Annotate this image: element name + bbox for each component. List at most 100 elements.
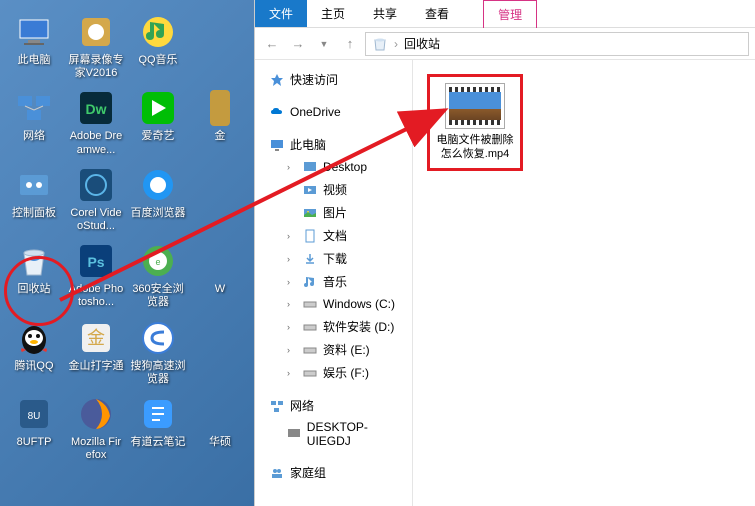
desktop-icon-network[interactable]: 网络 — [4, 86, 64, 158]
sidebar-drive-d[interactable]: › 软件安装 (D:) — [255, 315, 412, 338]
star-icon — [269, 72, 285, 88]
sidebar-drive-c[interactable]: › Windows (C:) — [255, 293, 412, 315]
sidebar-downloads[interactable]: › 下载 — [255, 247, 412, 270]
desktop-icon-partial[interactable]: 金 — [190, 86, 250, 158]
sidebar-thispc[interactable]: 此电脑 — [255, 133, 412, 156]
svg-text:Dw: Dw — [86, 101, 107, 117]
desktop-icon-8uftp[interactable]: 8U 8UFTP — [4, 392, 64, 464]
desktop-icon-baidu[interactable]: 百度浏览器 — [128, 163, 188, 235]
icon-label: 网络 — [23, 130, 45, 143]
desktop-icons-grid: 此电脑 屏幕录像专家V2016 QQ音乐 网络 Dw Adobe Dreamwe… — [0, 0, 254, 474]
desktop-icon-partial[interactable]: 华硕 — [190, 392, 250, 464]
tree-label: 图片 — [323, 204, 347, 221]
desktop-icon-dreamweaver[interactable]: Dw Adobe Dreamwe... — [66, 86, 126, 158]
expand-icon[interactable]: › — [287, 368, 297, 378]
desktop-icon-screenrec[interactable]: 屏幕录像专家V2016 — [66, 10, 126, 82]
tree-label: 家庭组 — [290, 464, 326, 481]
nav-up-button[interactable]: ↑ — [339, 33, 361, 55]
breadcrumb-address-bar[interactable]: › 回收站 — [365, 32, 749, 56]
expand-icon[interactable]: › — [287, 299, 297, 309]
icon-label: 腾讯QQ — [14, 360, 53, 373]
tree-label: DESKTOP-UIEGDJ — [307, 420, 404, 448]
tab-share[interactable]: 共享 — [359, 0, 411, 27]
icon-label: Mozilla Firefox — [68, 436, 124, 462]
sidebar-documents[interactable]: › 文档 — [255, 224, 412, 247]
icon-label: 控制面板 — [12, 207, 56, 220]
icon-label: 此电脑 — [18, 54, 51, 67]
icon-label: 8UFTP — [17, 436, 52, 449]
expand-icon[interactable]: › — [287, 254, 297, 264]
expand-icon[interactable]: › — [287, 345, 297, 355]
download-icon — [302, 251, 318, 267]
desktop-icon-recyclebin[interactable]: 回收站 — [4, 239, 64, 311]
svg-text:8U: 8U — [28, 411, 41, 422]
nav-forward-button[interactable]: → — [287, 33, 309, 55]
tree-label: 软件安装 (D:) — [323, 318, 394, 335]
expand-icon[interactable]: › — [287, 162, 297, 172]
tab-file[interactable]: 文件 — [255, 0, 307, 27]
icon-label: QQ音乐 — [138, 54, 177, 67]
desktop-area: 此电脑 屏幕录像专家V2016 QQ音乐 网络 Dw Adobe Dreamwe… — [0, 0, 254, 506]
sidebar-videos[interactable]: 视频 — [255, 178, 412, 201]
desktop-icon-partial[interactable]: W — [190, 239, 250, 311]
tab-manage[interactable]: 管理 — [483, 0, 537, 28]
icon-label: 华硕 — [209, 436, 231, 449]
desktop-icon-jinshan[interactable]: 金 金山打字通 — [66, 316, 126, 388]
video-thumbnail — [445, 83, 505, 129]
tree-label: 下载 — [323, 250, 347, 267]
desktop-icon-youdao[interactable]: 有道云笔记 — [128, 392, 188, 464]
desktop-icon-firefox[interactable]: Mozilla Firefox — [66, 392, 126, 464]
icon-label: W — [215, 283, 225, 296]
desktop-icon-qqmusic[interactable]: QQ音乐 — [128, 10, 188, 82]
sidebar-desktop[interactable]: › Desktop — [255, 156, 412, 178]
file-content-area[interactable]: 电脑文件被删除怎么恢复.mp4 — [413, 60, 755, 506]
icon-label: 有道云笔记 — [131, 436, 186, 449]
expand-icon[interactable]: › — [287, 231, 297, 241]
desktop-icon-corel[interactable]: Corel VideoStud... — [66, 163, 126, 235]
icon-label: Adobe Dreamwe... — [68, 130, 124, 156]
tab-home[interactable]: 主页 — [307, 0, 359, 27]
tree-label: OneDrive — [290, 105, 341, 119]
desktop-icon-360browser[interactable]: e 360安全浏览器 — [128, 239, 188, 311]
desktop-icon-thispc[interactable]: 此电脑 — [4, 10, 64, 82]
svg-text:金: 金 — [87, 328, 105, 348]
drive-icon — [302, 296, 318, 312]
svg-text:e: e — [155, 257, 160, 267]
nav-back-button[interactable]: ← — [261, 33, 283, 55]
desktop-icon-sogou[interactable]: 搜狗高速浏览器 — [128, 316, 188, 388]
sidebar-music[interactable]: › 音乐 — [255, 270, 412, 293]
desktop-icon-photoshop[interactable]: Ps Adobe Photosho... — [66, 239, 126, 311]
ribbon-tabs: 文件 主页 共享 查看 管理 — [255, 0, 755, 28]
expand-icon[interactable]: › — [287, 277, 297, 287]
sidebar-quickaccess[interactable]: 快速访问 — [255, 68, 412, 91]
icon-label: 屏幕录像专家V2016 — [68, 54, 124, 80]
sidebar-network[interactable]: 网络 — [255, 394, 412, 417]
sidebar-computer[interactable]: DESKTOP-UIEGDJ — [255, 417, 412, 451]
tree-label: 娱乐 (F:) — [323, 364, 369, 381]
recycle-bin-icon — [372, 36, 388, 52]
breadcrumb-location: 回收站 — [404, 35, 440, 52]
svg-text:Ps: Ps — [87, 254, 104, 270]
desktop-icon-blank — [190, 10, 250, 82]
tab-view[interactable]: 查看 — [411, 0, 463, 27]
file-item-video[interactable]: 电脑文件被删除怎么恢复.mp4 — [436, 83, 514, 162]
file-explorer-window: 文件 主页 共享 查看 管理 ← → ▼ ↑ › 回收站 快速访问 OneDri… — [254, 0, 755, 506]
desktop-icon-iqiyi[interactable]: 爱奇艺 — [128, 86, 188, 158]
cloud-icon — [269, 104, 285, 120]
picture-icon — [302, 205, 318, 221]
desktop-icon-controlpanel[interactable]: 控制面板 — [4, 163, 64, 235]
sidebar-drive-f[interactable]: › 娱乐 (F:) — [255, 361, 412, 384]
expand-icon[interactable]: › — [287, 322, 297, 332]
file-highlight-box: 电脑文件被删除怎么恢复.mp4 — [427, 74, 523, 171]
nav-history-dropdown[interactable]: ▼ — [313, 33, 335, 55]
tree-label: 音乐 — [323, 273, 347, 290]
sidebar-homegroup[interactable]: 家庭组 — [255, 461, 412, 484]
icon-label: 百度浏览器 — [131, 207, 186, 220]
desktop-icon-qq[interactable]: 腾讯QQ — [4, 316, 64, 388]
sidebar-drive-e[interactable]: › 资料 (E:) — [255, 338, 412, 361]
sidebar-pictures[interactable]: 图片 — [255, 201, 412, 224]
icon-label: Adobe Photosho... — [68, 283, 124, 309]
sidebar-onedrive[interactable]: OneDrive — [255, 101, 412, 123]
desktop-icon-blank — [190, 163, 250, 235]
desktop-icon — [302, 159, 318, 175]
